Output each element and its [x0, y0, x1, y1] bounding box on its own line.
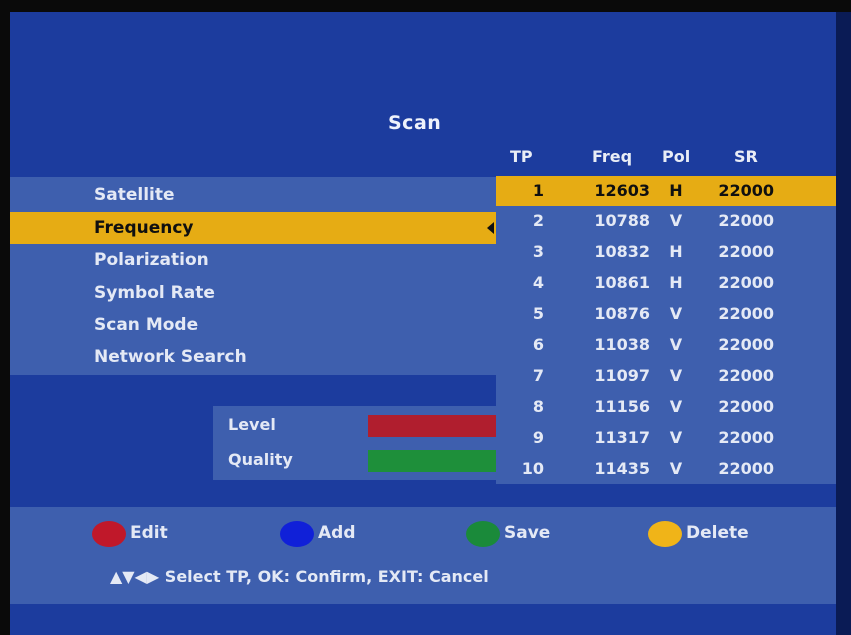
freq-cell: 11435 — [594, 459, 650, 478]
level-label: Level — [228, 415, 276, 434]
table-row[interactable]: 7 11097 V 22000 — [496, 361, 836, 391]
pol-cell: V — [669, 366, 683, 385]
menu-item-symbol-rate[interactable]: Symbol Rate — [10, 277, 496, 309]
freq-cell: 12603 — [594, 181, 650, 200]
menu-item-polarization[interactable]: Polarization — [10, 244, 496, 276]
quality-label: Quality — [228, 450, 293, 469]
table-row[interactable]: 6 11038 V 22000 — [496, 330, 836, 360]
delete-label: Delete — [686, 523, 749, 543]
freq-cell: 11097 — [594, 366, 650, 385]
save-label: Save — [504, 523, 551, 543]
transponder-list: 1 12603 H 22000 2 10788 V 22000 3 10832 … — [496, 176, 836, 484]
table-row[interactable]: 5 10876 V 22000 — [496, 299, 836, 329]
table-row[interactable]: 2 10788 V 22000 — [496, 206, 836, 236]
freq-cell: 10832 — [594, 242, 650, 261]
menu-item-satellite[interactable]: Satellite — [10, 179, 496, 211]
table-row[interactable]: 9 11317 V 22000 — [496, 423, 836, 453]
tp-cell: 3 — [532, 242, 544, 261]
table-row[interactable]: 8 11156 V 22000 — [496, 392, 836, 422]
tp-cell: 7 — [532, 366, 544, 385]
green-button-icon — [466, 521, 500, 547]
column-header-tp: TP — [510, 147, 533, 166]
menu-item-label: Polarization — [94, 250, 209, 270]
tp-cell: 6 — [532, 335, 544, 354]
yellow-button-icon — [648, 521, 682, 547]
column-header-freq: Freq — [592, 147, 633, 166]
menu-item-frequency[interactable]: Frequency — [10, 212, 496, 244]
freq-cell: 11317 — [594, 428, 650, 447]
tp-cell: 10 — [521, 459, 544, 478]
pol-cell: V — [669, 428, 683, 447]
quality-bar — [368, 450, 496, 472]
arrow-keys-icon: ▲▼◀▶ — [110, 567, 160, 586]
menu-item-scan-mode[interactable]: Scan Mode — [10, 309, 496, 341]
pol-cell: V — [669, 304, 683, 323]
hint-text: Select TP, OK: Confirm, EXIT: Cancel — [164, 567, 489, 586]
pol-cell: V — [669, 335, 683, 354]
sr-cell: 22000 — [718, 397, 774, 416]
signal-panel: Level Quality — [213, 406, 496, 480]
sr-cell: 22000 — [718, 273, 774, 292]
pol-cell: H — [669, 242, 683, 261]
add-label: Add — [318, 523, 356, 543]
table-row[interactable]: 3 10832 H 22000 — [496, 237, 836, 267]
freq-cell: 10788 — [594, 211, 650, 230]
tp-cell: 2 — [532, 211, 544, 230]
color-key-bar: Edit Add Save Delete ▲▼◀▶ Select TP, OK:… — [10, 507, 836, 604]
tp-cell: 1 — [532, 181, 544, 200]
edit-label: Edit — [130, 523, 168, 543]
tp-cell: 4 — [532, 273, 544, 292]
tp-cell: 9 — [532, 428, 544, 447]
sr-cell: 22000 — [718, 181, 774, 200]
menu-item-label: Scan Mode — [94, 315, 199, 335]
sr-cell: 22000 — [718, 366, 774, 385]
table-row[interactable]: 10 11435 V 22000 — [496, 454, 836, 484]
pol-cell: V — [669, 211, 683, 230]
tp-cell: 8 — [532, 397, 544, 416]
freq-cell: 10876 — [594, 304, 650, 323]
sr-cell: 22000 — [718, 335, 774, 354]
table-row[interactable]: 4 10861 H 22000 — [496, 268, 836, 298]
scan-settings-menu: Satellite Frequency Polarization Symbol … — [10, 177, 496, 375]
sr-cell: 22000 — [718, 211, 774, 230]
pol-cell: V — [669, 397, 683, 416]
tp-cell: 5 — [532, 304, 544, 323]
freq-cell: 11156 — [594, 397, 650, 416]
menu-item-label: Frequency — [94, 218, 194, 238]
sr-cell: 22000 — [718, 242, 774, 261]
pol-cell: V — [669, 459, 683, 478]
sr-cell: 22000 — [718, 428, 774, 447]
level-bar — [368, 415, 496, 437]
navigation-hint: ▲▼◀▶ Select TP, OK: Confirm, EXIT: Cance… — [110, 567, 489, 586]
left-arrow-icon — [487, 222, 494, 234]
freq-cell: 11038 — [594, 335, 650, 354]
red-button-icon — [92, 521, 126, 547]
sr-cell: 22000 — [718, 304, 774, 323]
pol-cell: H — [669, 273, 683, 292]
column-header-sr: SR — [734, 147, 758, 166]
menu-item-label: Symbol Rate — [94, 283, 215, 303]
column-header-pol: Pol — [662, 147, 691, 166]
blue-button-icon — [280, 521, 314, 547]
menu-item-network-search[interactable]: Network Search — [10, 341, 496, 373]
menu-item-label: Satellite — [94, 185, 175, 205]
page-title: Scan — [388, 112, 442, 134]
screen-edge — [836, 12, 851, 635]
table-row[interactable]: 1 12603 H 22000 — [496, 176, 836, 206]
menu-item-label: Network Search — [94, 347, 247, 367]
sr-cell: 22000 — [718, 459, 774, 478]
pol-cell: H — [669, 181, 683, 200]
freq-cell: 10861 — [594, 273, 650, 292]
